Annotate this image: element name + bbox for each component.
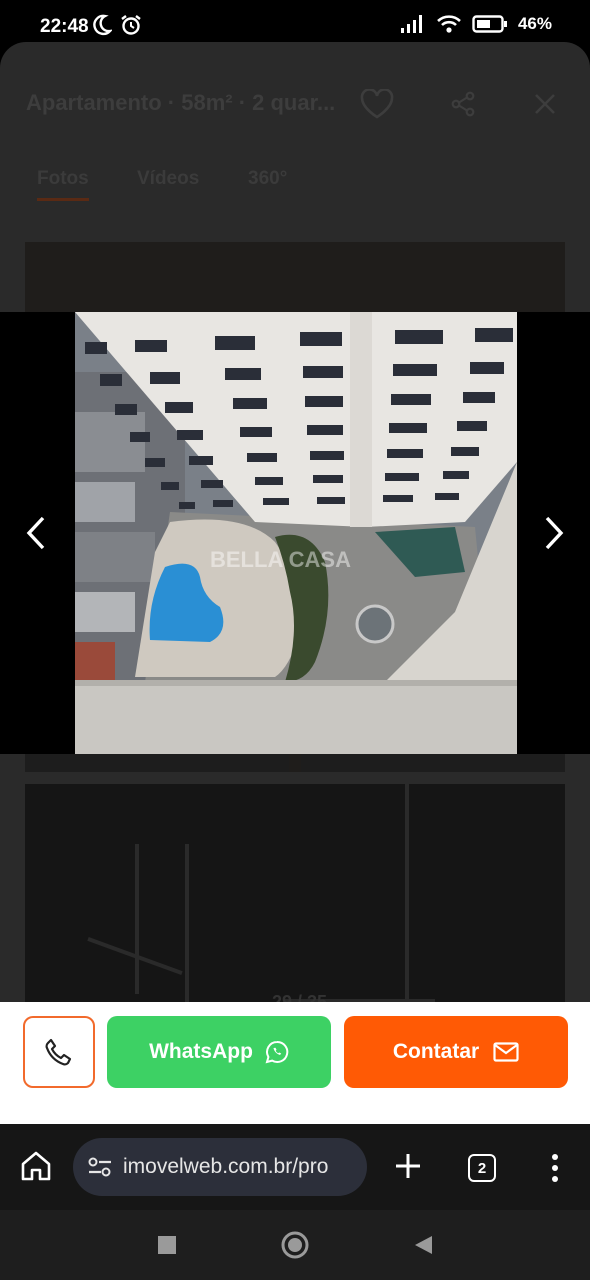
system-navigation-bar — [0, 1210, 590, 1280]
phone-icon — [45, 1038, 72, 1066]
viewer-photo: BELLA CASA — [75, 312, 517, 754]
plus-icon — [396, 1154, 420, 1178]
contact-label: Contatar — [392, 1040, 480, 1063]
gallery-photo-secondary[interactable] — [25, 784, 565, 1002]
mail-icon — [493, 1042, 519, 1062]
system-back-button[interactable] — [408, 1230, 438, 1260]
watermark-text: BELLA CASA — [210, 547, 351, 572]
next-photo-button[interactable] — [534, 512, 574, 554]
chevron-right-icon — [545, 516, 564, 550]
status-time: 22:48 — [40, 16, 89, 37]
browser-toolbar: imovelweb.com.br/pro 2 — [0, 1124, 590, 1210]
browser-home-button[interactable] — [18, 1148, 58, 1188]
listing-title: Apartamento · 58m² · 2 quar... — [26, 90, 336, 115]
tab-fotos[interactable]: Fotos — [37, 168, 89, 201]
gallery-photo-thumb[interactable] — [301, 754, 565, 772]
favorite-button[interactable] — [359, 86, 395, 122]
moon-icon — [93, 14, 112, 36]
media-tabs: Fotos Vídeos 360° — [0, 168, 590, 208]
battery-level: 46% — [517, 14, 552, 33]
whatsapp-button[interactable]: WhatsApp — [107, 1016, 331, 1088]
url-text: imovelweb.com.br/pro — [123, 1155, 329, 1178]
share-button[interactable] — [445, 86, 481, 122]
more-vert-icon — [552, 1154, 558, 1182]
signal-icon — [400, 15, 422, 33]
battery-icon — [472, 15, 507, 33]
system-home-button[interactable] — [280, 1230, 310, 1260]
circle-icon — [281, 1231, 309, 1259]
triangle-back-icon — [415, 1236, 432, 1254]
square-icon — [158, 1236, 176, 1254]
recents-button[interactable] — [152, 1230, 182, 1260]
home-icon — [21, 1151, 51, 1181]
close-button[interactable] — [527, 86, 563, 122]
contact-bar: WhatsApp Contatar — [0, 1002, 590, 1124]
tab-videos[interactable]: Vídeos — [137, 168, 199, 198]
browser-menu-button[interactable] — [540, 1150, 570, 1186]
listing-header: Apartamento · 58m² · 2 quar... — [0, 42, 590, 162]
close-icon — [535, 94, 555, 114]
tab-360[interactable]: 360° — [248, 168, 287, 198]
alarm-icon — [121, 15, 141, 35]
url-bar[interactable]: imovelweb.com.br/pro — [73, 1138, 367, 1196]
whatsapp-icon — [265, 1040, 289, 1064]
tab-switcher-button[interactable]: 2 — [468, 1154, 496, 1182]
previous-photo-button[interactable] — [16, 512, 56, 554]
call-button[interactable] — [23, 1016, 95, 1088]
share-icon — [451, 91, 475, 117]
contact-button[interactable]: Contatar — [344, 1016, 568, 1088]
gallery-photo-thumb[interactable] — [25, 754, 289, 772]
chevron-left-icon — [26, 516, 45, 550]
heart-icon — [360, 89, 394, 119]
wifi-icon — [437, 15, 461, 33]
photo-viewer: BELLA CASA — [0, 312, 590, 754]
new-tab-button[interactable] — [390, 1148, 426, 1184]
whatsapp-label: WhatsApp — [149, 1040, 253, 1063]
photo-counter: 29 / 35 — [272, 992, 328, 1002]
site-settings-icon — [88, 1157, 111, 1177]
